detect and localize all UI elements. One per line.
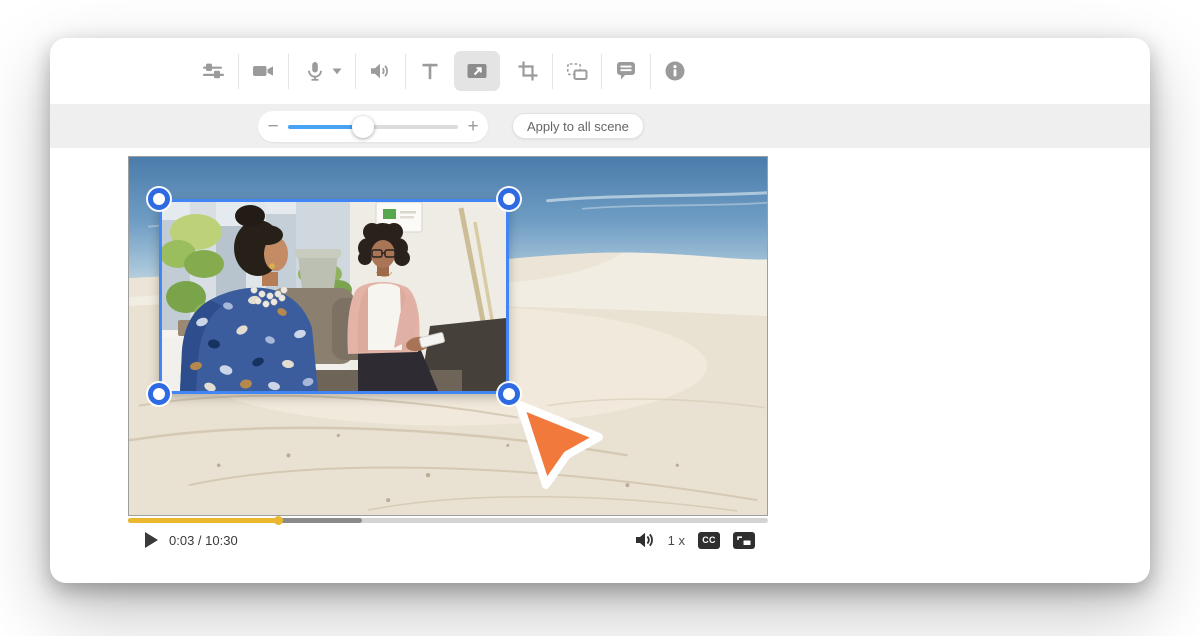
audio-button[interactable] xyxy=(357,51,403,91)
toolbar-separator xyxy=(650,54,651,89)
comment-button[interactable] xyxy=(603,51,649,91)
speech-bubble-icon xyxy=(614,59,638,83)
text-button[interactable] xyxy=(407,51,453,91)
time-display: 0:03 / 10:30 xyxy=(169,533,238,548)
microphone-button[interactable] xyxy=(292,51,352,91)
microphone-icon xyxy=(303,59,327,83)
video-canvas[interactable] xyxy=(128,156,768,516)
zoom-slider-track[interactable] xyxy=(288,125,458,129)
dropdown-caret-icon xyxy=(332,68,342,75)
overlay-video[interactable] xyxy=(159,199,509,394)
webcam-button[interactable] xyxy=(240,51,286,91)
zoom-in-button[interactable]: + xyxy=(458,117,488,136)
playback-speed-button[interactable]: 1 x xyxy=(668,533,685,548)
select-region-button[interactable] xyxy=(554,51,600,91)
speaker-icon xyxy=(368,59,392,83)
toolbar-separator xyxy=(288,54,289,89)
zoom-slider: − + xyxy=(258,111,488,142)
overlay-button[interactable] xyxy=(454,51,500,91)
subtoolbar: − + Apply to all scene xyxy=(50,104,1150,148)
resize-handle-top-left[interactable] xyxy=(148,188,170,210)
image-overlay-icon xyxy=(465,59,489,83)
video-progress-bar[interactable] xyxy=(128,518,768,523)
toolbar-separator xyxy=(601,54,602,89)
text-icon xyxy=(418,59,442,83)
toolbar-separator xyxy=(405,54,406,89)
pip-button[interactable] xyxy=(733,532,755,549)
toolbar-separator xyxy=(355,54,356,89)
crop-icon xyxy=(516,59,540,83)
play-button[interactable] xyxy=(145,532,158,548)
resize-handle-bottom-right[interactable] xyxy=(498,383,520,405)
player-controls: 0:03 / 10:30 1 x CC xyxy=(128,527,768,553)
app-window: − + Apply to all scene xyxy=(50,38,1150,583)
page: − + Apply to all scene xyxy=(0,0,1200,636)
toolbar xyxy=(50,38,1150,104)
captions-button[interactable]: CC xyxy=(698,532,720,549)
info-button[interactable] xyxy=(652,51,698,91)
play-icon xyxy=(145,532,158,548)
apply-to-all-scene-button[interactable]: Apply to all scene xyxy=(512,113,644,139)
properties-button[interactable] xyxy=(190,51,236,91)
progress-handle[interactable] xyxy=(274,516,283,525)
video-camera-icon xyxy=(251,59,275,83)
progress-played xyxy=(128,518,278,523)
zoom-out-button[interactable]: − xyxy=(258,117,288,136)
mixer-icon xyxy=(201,59,225,83)
player-right-controls: 1 x CC xyxy=(635,531,755,549)
crop-button[interactable] xyxy=(505,51,551,91)
volume-button[interactable] xyxy=(635,531,655,549)
info-icon xyxy=(663,59,687,83)
overlay-video-content xyxy=(162,202,506,391)
resize-handle-top-right[interactable] xyxy=(498,188,520,210)
marquee-icon xyxy=(565,59,589,83)
volume-icon xyxy=(635,531,655,549)
toolbar-separator xyxy=(552,54,553,89)
toolbar-separator xyxy=(238,54,239,89)
pip-icon xyxy=(733,532,755,549)
resize-handle-bottom-left[interactable] xyxy=(148,383,170,405)
zoom-slider-thumb[interactable] xyxy=(352,116,374,138)
